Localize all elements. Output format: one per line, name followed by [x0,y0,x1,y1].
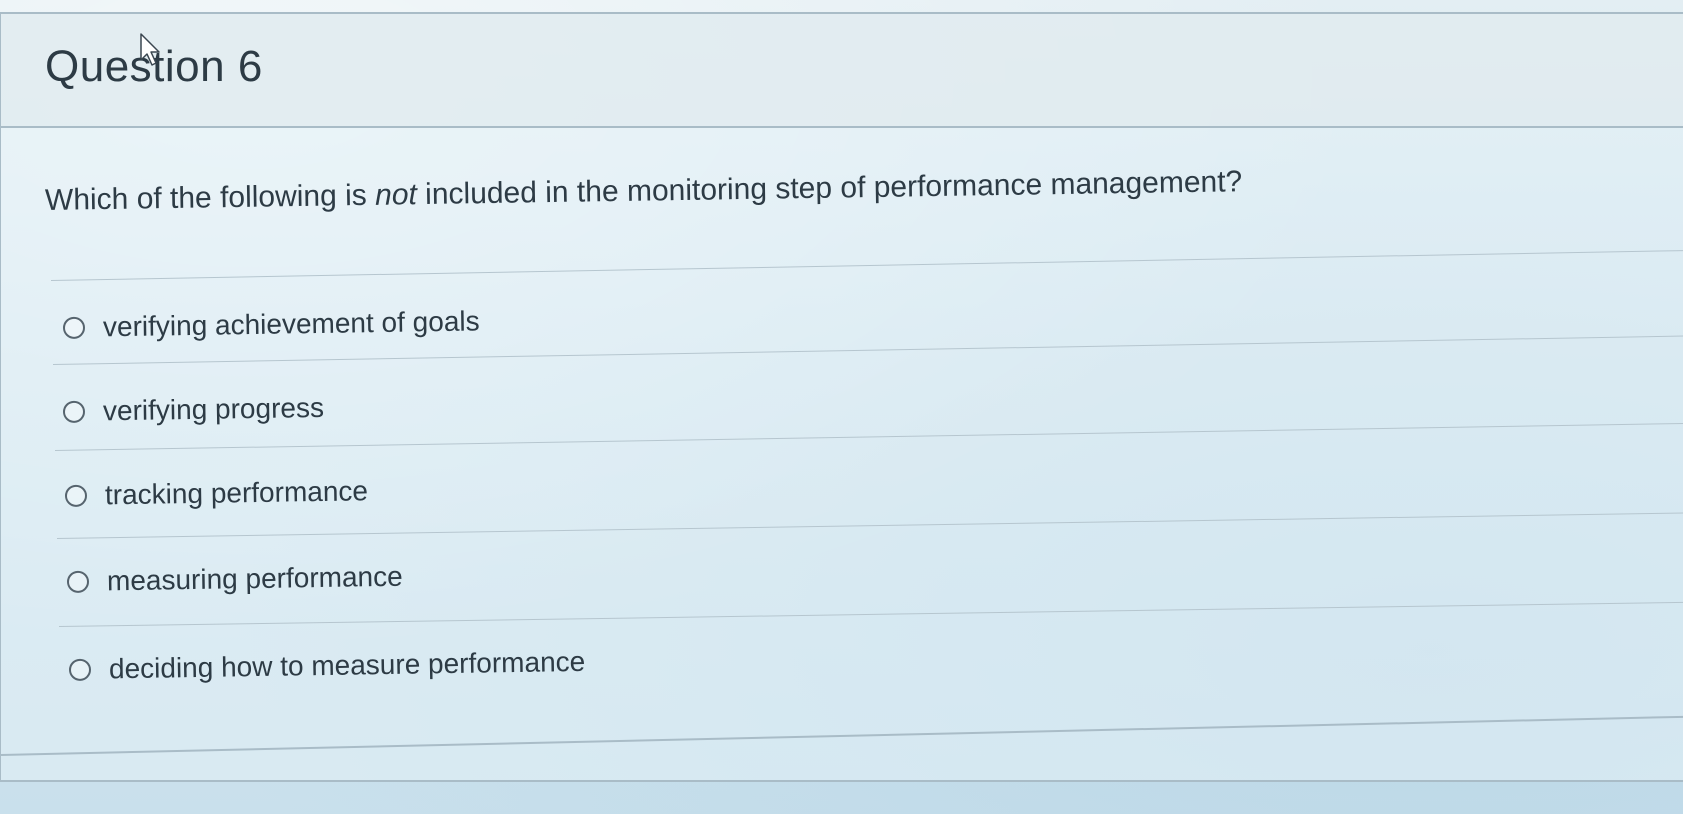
question-text-after: included in the monitoring step of perfo… [416,165,1243,212]
radio-button-icon[interactable] [64,484,88,507]
divider [54,422,1683,451]
radio-button-icon[interactable] [62,400,86,423]
answer-label: deciding how to measure performance [108,645,586,685]
mouse-pointer-icon [140,33,160,66]
screen: Question 6 Which of the following is not… [0,0,1683,814]
answer-label: tracking performance [104,475,369,511]
question-text: Which of the following is not included i… [45,165,1243,218]
answer-label: verifying progress [102,391,325,427]
radio-button-icon[interactable] [66,570,90,593]
answer-label: verifying achievement of goals [102,305,480,343]
answer-option[interactable]: verifying achievement of goals [62,305,480,344]
question-text-before: Which of the following is [44,178,376,217]
divider [58,601,1683,627]
question-card: Question 6 Which of the following is not… [0,12,1683,782]
question-text-emphasis: not [374,178,418,212]
card-bottom-border [0,715,1683,756]
answer-option[interactable]: deciding how to measure performance [68,645,586,686]
answer-option[interactable]: verifying progress [62,391,325,428]
divider [56,512,1683,539]
divider [50,250,1683,281]
answer-option[interactable]: tracking performance [64,475,369,512]
radio-button-icon[interactable] [62,316,86,339]
answer-option[interactable]: measuring performance [66,560,403,598]
radio-button-icon[interactable] [68,658,92,681]
question-header: Question 6 [1,14,1683,128]
answer-label: measuring performance [106,560,403,597]
